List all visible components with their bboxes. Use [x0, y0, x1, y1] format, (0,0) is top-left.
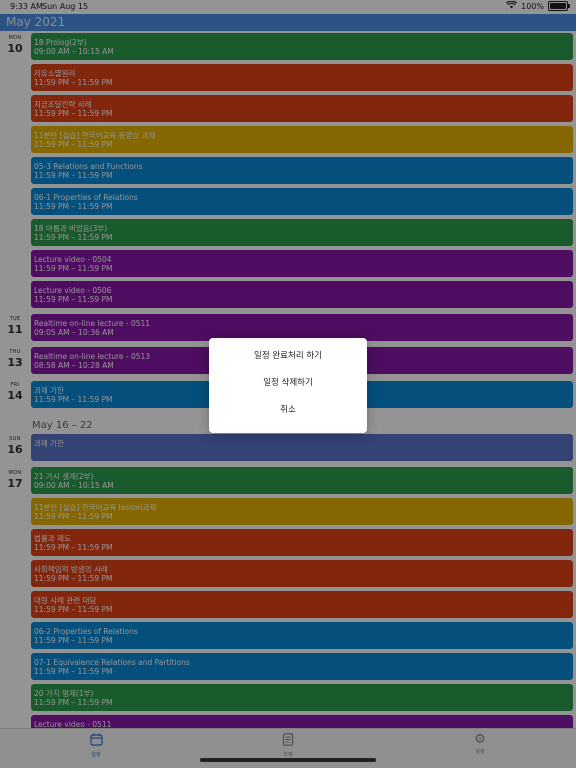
- action-sheet: 일정 완료처리 하기 일정 삭제하기 취소: [209, 338, 367, 433]
- cancel-button[interactable]: 취소: [209, 397, 367, 423]
- mark-complete-button[interactable]: 일정 완료처리 하기: [209, 343, 367, 369]
- home-indicator[interactable]: [200, 758, 376, 762]
- delete-event-button[interactable]: 일정 삭제하기: [209, 370, 367, 396]
